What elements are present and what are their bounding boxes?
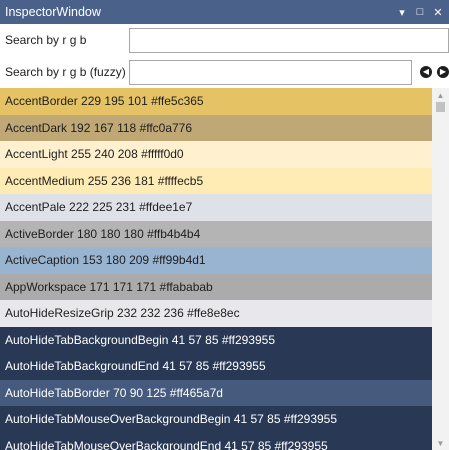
color-list-item[interactable]: ActiveBorder 180 180 180 #ffb4b4b4 xyxy=(0,220,432,247)
scroll-down-icon[interactable]: ▼ xyxy=(432,436,449,450)
color-list-item[interactable]: AccentMedium 255 236 181 #ffffecb5 xyxy=(0,167,432,194)
title-bar: InspectorWindow ▾ □ ✕ xyxy=(0,0,449,24)
exact-search-input[interactable] xyxy=(129,27,449,53)
fuzzy-search-label: Search by r g b (fuzzy) xyxy=(5,65,126,79)
previous-match-icon[interactable]: ◀ xyxy=(420,66,432,78)
vertical-scrollbar[interactable]: ▲ ▼ xyxy=(432,88,449,450)
color-list-item[interactable]: AutoHideResizeGrip 232 232 236 #ffe8e8ec xyxy=(0,300,432,327)
color-list-item[interactable]: AccentDark 192 167 118 #ffc0a776 xyxy=(0,114,432,141)
color-list[interactable]: AccentBorder 229 195 101 #ffe5c365 Accent… xyxy=(0,88,432,450)
color-list-item[interactable]: AutoHideTabMouseOverBackgroundBegin 41 5… xyxy=(0,406,432,433)
color-list-item[interactable]: ActiveCaption 153 180 209 #ff99b4d1 xyxy=(0,247,432,274)
color-list-item[interactable]: AutoHideTabMouseOverBackgroundEnd 41 57 … xyxy=(0,432,432,450)
scrollbar-thumb[interactable] xyxy=(436,102,445,112)
close-icon[interactable]: ✕ xyxy=(429,0,447,24)
color-list-item[interactable]: AutoHideTabBorder 70 90 125 #ff465a7d xyxy=(0,379,432,406)
scroll-up-icon[interactable]: ▲ xyxy=(432,88,449,102)
dropdown-icon[interactable]: ▾ xyxy=(393,0,411,24)
color-list-item[interactable]: AppWorkspace 171 171 171 #ffababab xyxy=(0,273,432,300)
maximize-icon[interactable]: □ xyxy=(411,0,429,24)
exact-search-row: Search by r g b xyxy=(0,24,449,56)
color-list-item[interactable]: AutoHideTabBackgroundEnd 41 57 85 #ff293… xyxy=(0,353,432,380)
fuzzy-search-input[interactable] xyxy=(129,59,412,85)
next-match-icon[interactable]: ▶ xyxy=(437,66,449,78)
window-title: InspectorWindow xyxy=(5,5,101,19)
color-list-item[interactable]: AccentPale 222 225 231 #ffdee1e7 xyxy=(0,194,432,221)
exact-search-label: Search by r g b xyxy=(5,33,87,47)
fuzzy-search-row: Search by r g b (fuzzy) ◀ ▶ xyxy=(0,56,449,88)
color-list-item[interactable]: AccentBorder 229 195 101 #ffe5c365 xyxy=(0,88,432,115)
color-list-item[interactable]: AutoHideTabBackgroundBegin 41 57 85 #ff2… xyxy=(0,326,432,353)
color-list-item[interactable]: AccentLight 255 240 208 #fffff0d0 xyxy=(0,141,432,168)
